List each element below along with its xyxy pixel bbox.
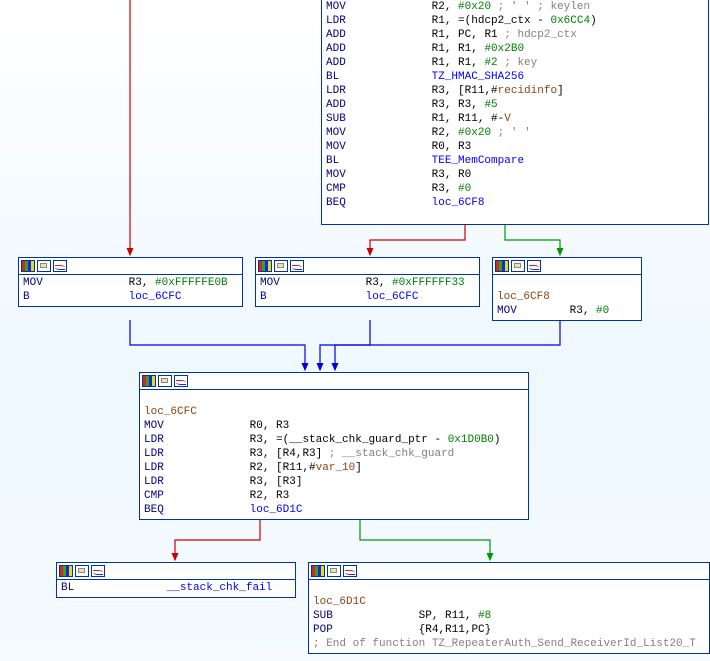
block-b2[interactable]: MOV R3, #0xFFFFFF33 B loc_6CFC <box>255 257 480 307</box>
block-header <box>256 258 479 275</box>
graph-icon[interactable] <box>91 565 105 577</box>
block-mid-body: loc_6CFC MOV R0, R3 LDR R3, =(__stack_ch… <box>140 390 528 519</box>
note-icon[interactable] <box>274 260 288 272</box>
block-header <box>309 563 709 580</box>
block-fail[interactable]: BL __stack_chk_fail <box>56 562 296 598</box>
graph-icon[interactable] <box>290 260 304 272</box>
palette-icon[interactable] <box>59 565 73 577</box>
palette-icon[interactable] <box>258 260 272 272</box>
graph-icon[interactable] <box>174 375 188 387</box>
block-top[interactable]: MOV R2, #0x20 ; ' ' ; keylen LDR R1, =(h… <box>321 0 709 225</box>
palette-icon[interactable] <box>311 565 325 577</box>
block-header <box>140 373 528 390</box>
block-b2-body: MOV R3, #0xFFFFFF33 B loc_6CFC <box>256 275 479 306</box>
block-header <box>19 258 242 275</box>
block-end-body: loc_6D1C SUB SP, R11, #8 POP {R4,R11,PC}… <box>309 580 709 653</box>
note-icon[interactable] <box>511 260 525 272</box>
graph-icon[interactable] <box>53 260 67 272</box>
block-fail-body: BL __stack_chk_fail <box>57 580 295 597</box>
graph-icon[interactable] <box>527 260 541 272</box>
block-mid[interactable]: loc_6CFC MOV R0, R3 LDR R3, =(__stack_ch… <box>139 372 529 520</box>
block-b1[interactable]: MOV R3, #0xFFFFFE0B B loc_6CFC <box>18 257 243 307</box>
block-b3[interactable]: loc_6CF8 MOV R3, #0 <box>492 257 642 321</box>
block-b3-body: loc_6CF8 MOV R3, #0 <box>493 275 641 320</box>
block-end[interactable]: loc_6D1C SUB SP, R11, #8 POP {R4,R11,PC}… <box>308 562 710 654</box>
block-top-body: MOV R2, #0x20 ; ' ' ; keylen LDR R1, =(h… <box>322 0 708 212</box>
block-header <box>57 563 295 580</box>
palette-icon[interactable] <box>142 375 156 387</box>
note-icon[interactable] <box>75 565 89 577</box>
palette-icon[interactable] <box>21 260 35 272</box>
graph-icon[interactable] <box>343 565 357 577</box>
block-b1-body: MOV R3, #0xFFFFFE0B B loc_6CFC <box>19 275 242 306</box>
note-icon[interactable] <box>327 565 341 577</box>
palette-icon[interactable] <box>495 260 509 272</box>
note-icon[interactable] <box>158 375 172 387</box>
note-icon[interactable] <box>37 260 51 272</box>
block-header <box>493 258 641 275</box>
